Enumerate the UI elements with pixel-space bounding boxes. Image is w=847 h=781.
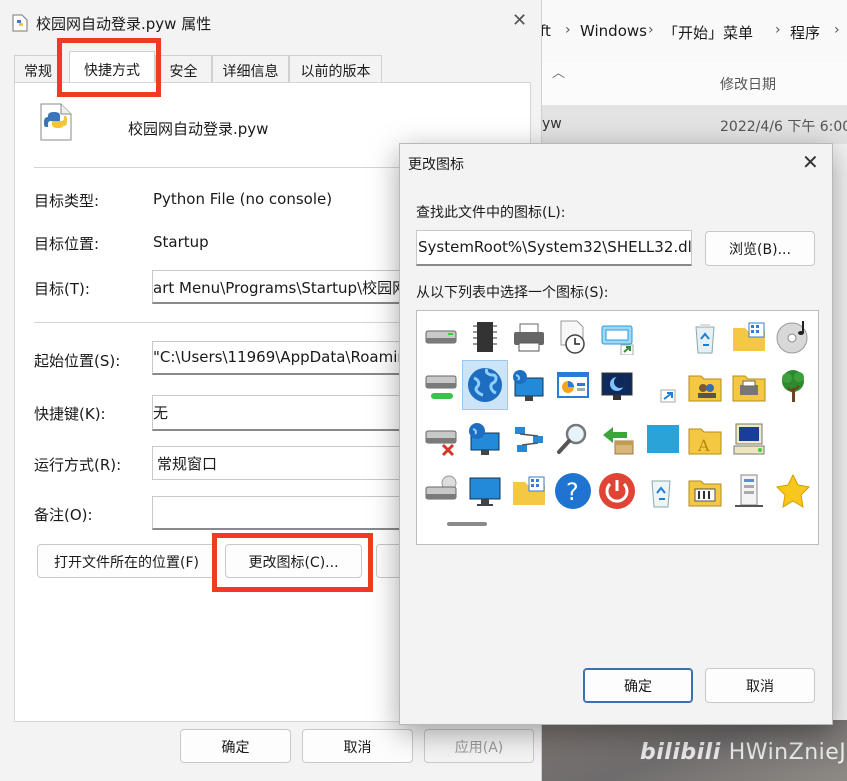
file-row-name: yw [542,116,562,132]
close-icon[interactable]: ✕ [512,10,527,31]
explorer-column-header [520,62,847,106]
shortcut-key-label: 快捷键(K): [34,405,106,423]
search-icon[interactable] [551,417,595,461]
comment-label: 备注(O): [34,506,93,524]
shortcut-arrow-icon[interactable] [639,364,683,408]
old-computer-icon[interactable] [727,417,771,461]
chevron-right-icon: › [565,22,571,38]
shortcut-key-input[interactable]: 无 [152,395,412,431]
column-modified-date[interactable]: 修改日期 [720,74,776,94]
tab-general[interactable]: 常规 [14,55,62,83]
change-icon-dialog: 更改图标 ✕ 查找此文件中的图标(L): SystemRoot%\System3… [399,143,833,725]
drive-cd-icon[interactable] [419,469,463,513]
tree-icon[interactable] [771,364,815,408]
bilibili-logo: bilibili [640,740,721,765]
globe-icon[interactable] [462,360,508,410]
icon-list[interactable]: A ? [416,310,819,545]
ok-button[interactable]: 确定 [180,729,291,763]
drive-delete-icon[interactable] [419,417,463,461]
start-in-input[interactable]: "C:\Users\11969\AppData\Roamin [152,341,412,375]
star-icon[interactable] [771,469,815,513]
svg-text:A: A [697,436,710,455]
divider [34,167,404,168]
folder-control-icon[interactable] [683,469,727,513]
monitor-icon[interactable] [463,469,507,513]
select-icon-label: 从以下列表中选择一个图标(S): [416,285,609,301]
shortcut-key-value: 无 [153,404,169,422]
power-icon[interactable] [595,469,639,513]
drive-icon[interactable] [419,315,463,359]
network-icon[interactable] [507,417,551,461]
search-file-label: 查找此文件中的图标(L): [416,205,566,221]
chart-window-icon[interactable] [551,364,595,408]
run-select[interactable]: 常规窗口 [152,446,412,480]
chevron-right-icon: › [775,22,781,38]
tab-security[interactable]: 安全 [155,55,212,83]
open-file-location-button[interactable]: 打开文件所在的位置(F) [37,544,216,578]
printer-icon[interactable] [507,315,551,359]
icon-file-path-input[interactable]: SystemRoot%\System32\SHELL32.dll [416,230,692,266]
browse-button[interactable]: 浏览(B)... [705,231,815,266]
tab-shortcut[interactable]: 快捷方式 [69,51,155,84]
help-icon[interactable]: ? [551,469,595,513]
moon-monitor-icon[interactable] [595,364,639,408]
window-blue-icon[interactable] [639,417,683,461]
target-location-label: 目标位置: [34,235,100,253]
dialog-title: 更改图标 [408,157,464,173]
cd-music-icon[interactable] [771,315,815,359]
dialog-ok-button[interactable]: 确定 [583,668,693,703]
folder-grid-icon[interactable] [727,315,771,359]
breadcrumb-item[interactable]: Windows [580,22,647,40]
folder-printer-icon[interactable] [727,364,771,408]
horizontal-scrollbar[interactable] [447,522,487,526]
folder-font-icon[interactable]: A [683,417,727,461]
clock-document-icon[interactable] [551,315,595,359]
move-box-icon[interactable] [595,417,639,461]
cancel-button[interactable]: 取消 [302,729,413,763]
target-type-label: 目标类型: [34,192,100,210]
folder-grid-2-icon[interactable] [507,469,551,513]
breadcrumb-item[interactable]: 「开始」菜单 [663,22,753,43]
target-label: 目标(T): [34,280,90,298]
network-monitor-icon[interactable] [507,364,551,408]
target-type-value: Python File (no console) [153,190,333,208]
target-location-value: Startup [153,233,209,251]
icon-file-path-value: SystemRoot%\System32\SHELL32.dll [418,238,692,256]
python-file-icon [40,103,72,141]
run-label: 运行方式(R): [34,456,122,474]
globe-monitor-icon[interactable] [463,417,507,461]
window-title: 校园网自动登录.pyw 属性 [36,15,212,33]
tab-previous-versions[interactable]: 以前的版本 [289,55,382,83]
tab-details[interactable]: 详细信息 [212,55,289,83]
recycle-bin-full-icon[interactable] [683,315,727,359]
svg-text:?: ? [566,478,579,506]
chevron-right-icon: › [834,22,840,38]
drive-green-icon[interactable] [419,364,463,408]
close-icon[interactable]: ✕ [802,150,819,174]
target-input[interactable]: art Menu\Programs\Startup\校园网 [152,270,412,304]
start-in-input-value: "C:\Users\11969\AppData\Roamin [153,348,407,366]
sort-up-icon[interactable]: ︿ [552,62,565,81]
chevron-right-icon: › [648,22,654,38]
window-shortcut-icon[interactable] [595,315,639,359]
target-input-value: art Menu\Programs\Startup\校园网 [153,279,408,297]
server-icon[interactable] [727,469,771,513]
file-row-date: 2022/4/6 下午 6:00 [720,119,847,135]
apply-button: 应用(A) [424,729,534,763]
dialog-cancel-button[interactable]: 取消 [705,668,815,703]
run-select-value: 常规窗口 [157,455,218,473]
divider [34,322,404,323]
change-icon-button[interactable]: 更改图标(C)... [225,544,362,578]
comment-input[interactable] [152,496,412,530]
start-in-label: 起始位置(S): [34,352,121,370]
chip-icon[interactable] [463,315,507,359]
watermark-user: HWinZnieJ [728,740,847,765]
breadcrumb-item[interactable]: 程序 [790,22,820,43]
watermark: bilibili HWinZnieJ [640,740,846,765]
folder-people-icon[interactable] [683,364,727,408]
python-file-icon [12,14,28,32]
recycle-bin-empty-icon[interactable] [639,469,683,513]
file-name: 校园网自动登录.pyw [128,120,269,138]
